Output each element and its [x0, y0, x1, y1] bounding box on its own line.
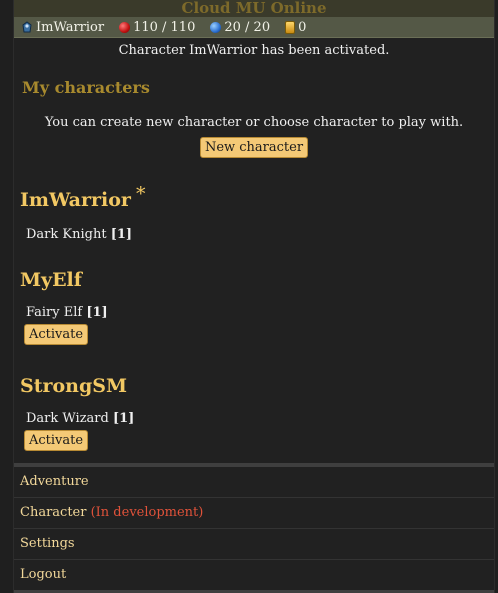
new-character-button[interactable]: New character — [199, 137, 309, 158]
mp-stat: 20 / 20 — [210, 20, 270, 35]
gold-value: 0 — [298, 19, 307, 35]
menu-item-settings[interactable]: Settings — [14, 529, 494, 560]
menu-item-logout[interactable]: Logout — [14, 560, 494, 593]
character-class-line: Dark Wizard [1] — [26, 411, 494, 426]
character-stat[interactable]: ImWarrior — [21, 20, 104, 35]
character-level: [1] — [86, 305, 108, 320]
section-title: My characters — [22, 78, 150, 97]
character-card-name[interactable]: StrongSM — [20, 375, 494, 397]
mp-value: 20 / 20 — [224, 19, 271, 35]
menu-item-adventure[interactable]: Adventure — [14, 467, 494, 498]
hp-value: 110 / 110 — [133, 19, 196, 35]
character-class: Dark Wizard — [26, 411, 109, 426]
character-card-name[interactable]: ImWarrior — [20, 189, 131, 211]
character-class: Dark Knight — [26, 227, 107, 242]
status-bar: ImWarrior 110 / 110 20 / 20 0 — [14, 17, 494, 38]
character-card-imwarrior: ImWarrior * Dark Knight [1] — [14, 183, 494, 242]
in-development-note: (In development) — [90, 505, 204, 520]
menu-item-label: Adventure — [20, 474, 89, 489]
character-class-line: Fairy Elf [1] — [26, 305, 494, 320]
gold-stat: 0 — [285, 20, 306, 35]
character-card-myelf: MyElf Fairy Elf [1] Activate — [14, 269, 494, 345]
character-class-line: Dark Knight [1] — [26, 227, 494, 242]
character-card-strongsm: StrongSM Dark Wizard [1] Activate — [14, 375, 494, 451]
menu-item-character[interactable]: Character (In development) — [14, 498, 494, 529]
section-intro: You can create new character or choose c… — [44, 115, 464, 130]
activate-button[interactable]: Activate — [24, 324, 89, 345]
hp-stat: 110 / 110 — [119, 20, 195, 35]
app-title: Cloud MU Online — [14, 0, 494, 17]
activation-notice: Character ImWarrior has been activated. — [118, 43, 390, 58]
gold-coin-icon — [285, 20, 296, 34]
character-card-name[interactable]: MyElf — [20, 269, 494, 291]
menu-item-label: Character — [20, 505, 87, 520]
active-marker: * — [136, 183, 146, 205]
menu-item-label: Logout — [20, 567, 67, 582]
character-level: [1] — [110, 227, 133, 242]
character-name: ImWarrior — [36, 19, 105, 35]
health-orb-icon — [119, 21, 131, 33]
mana-orb-icon — [210, 21, 222, 33]
app-frame: Cloud MU Online ImWarrior 110 / 110 20 /… — [13, 0, 495, 593]
character-icon — [22, 21, 32, 33]
character-class: Fairy Elf — [26, 305, 83, 320]
main-menu: Adventure Character (In development) Set… — [14, 463, 494, 593]
character-level: [1] — [112, 411, 135, 426]
menu-item-label: Settings — [20, 536, 75, 551]
activate-button[interactable]: Activate — [24, 430, 89, 451]
